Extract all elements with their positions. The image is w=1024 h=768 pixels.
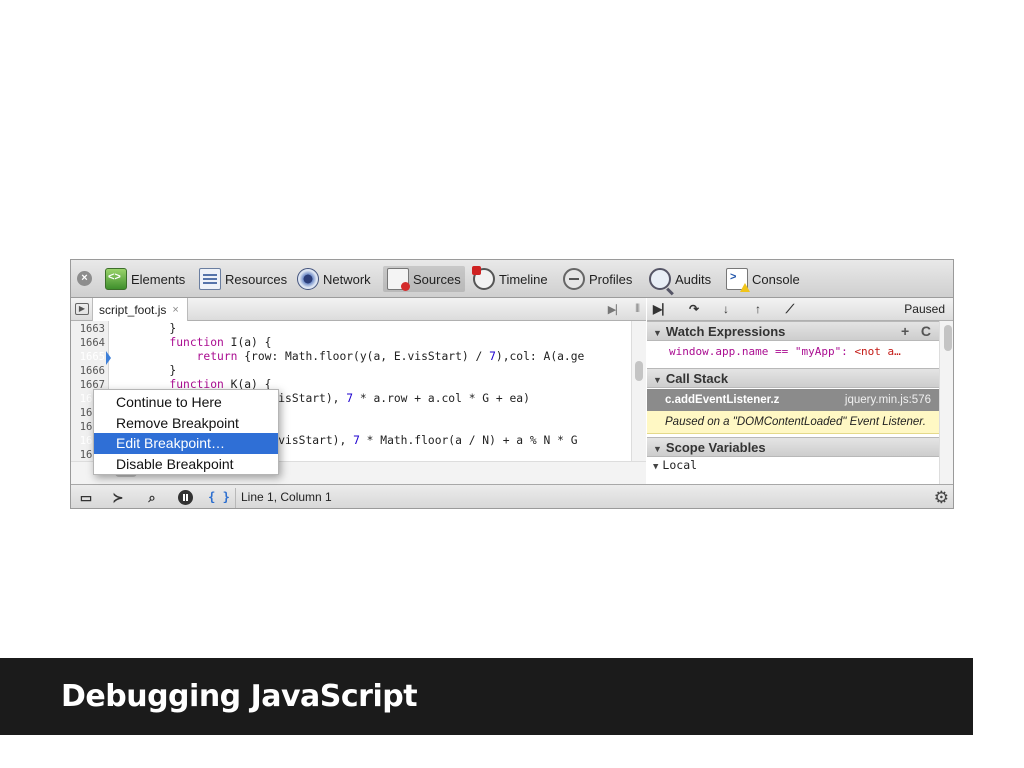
console-icon [726,268,750,292]
tab-resources[interactable]: Resources [195,266,291,292]
slide-title-bar: Debugging JavaScript [0,658,973,735]
tab-label: Profiles [589,271,633,287]
step-into-icon[interactable]: ↓ [717,301,735,317]
divider [235,488,236,508]
tab-profiles[interactable]: Profiles [559,266,636,292]
sources-icon [387,268,410,291]
menu-item-edit-breakpoint[interactable]: Edit Breakpoint… [94,433,278,454]
call-stack-frame[interactable]: c.addEventListener.z jquery.min.js:576 [647,389,939,411]
expand-triangle-icon: ▼ [653,462,659,472]
tab-sources[interactable]: Sources [383,266,465,292]
debugger-toolbar: ▶⎸ ↷ ↓ ↑ ⟋ Paused [647,298,953,321]
tab-label: Network [323,271,371,287]
debugger-status: Paused [904,302,945,316]
slide-title: Debugging JavaScript [61,679,418,714]
scrollbar-thumb[interactable] [944,325,952,351]
breakpoint-context-menu: Continue to Here Remove Breakpoint Edit … [93,389,279,475]
split-pane-icon[interactable]: ⦀ [635,303,640,317]
file-tab-name: script_foot.js [99,302,167,317]
audits-icon [649,268,671,290]
step-out-icon[interactable]: ↑ [749,301,767,317]
frame-location: jquery.min.js:576 [844,394,931,406]
code-line: } [115,322,177,335]
watch-actions: + C [901,322,931,341]
watch-expression-row[interactable]: window.app.name == "myApp": <not a… [647,341,939,363]
devtools-window: × Elements Resources Network Sources Tim… [70,259,954,509]
pretty-print-icon[interactable]: { } [207,489,231,506]
scope-variables-header[interactable]: ▼ Scope Variables [647,437,939,457]
menu-item-disable-breakpoint[interactable]: Disable Breakpoint [94,454,278,475]
cursor-position: Line 1, Column 1 [241,490,332,504]
line-number[interactable]: 1666 [71,364,109,378]
section-title: Scope Variables [665,440,766,455]
tab-audits[interactable]: Audits [645,266,715,292]
tab-label: Audits [675,271,712,287]
panel-toolbar: × Elements Resources Network Sources Tim… [71,260,953,298]
expand-triangle-icon: ▼ [653,375,662,385]
expand-triangle-icon: ▼ [653,328,662,338]
search-icon[interactable]: ⌕ [143,489,161,506]
tab-timeline[interactable]: Timeline [469,266,552,292]
scope-local-label: Local [662,458,698,472]
add-watch-icon[interactable]: + [901,323,909,339]
scrollbar-thumb[interactable] [635,361,643,381]
elements-icon [105,268,127,290]
watch-expression: window.app.name == "myApp": [669,345,855,358]
status-bar: ▭ ≻ ⌕ { } Line 1, Column 1 ⚙ [71,484,953,508]
expand-triangle-icon: ▼ [653,444,662,454]
paused-message: Paused on a "DOMContentLoaded" Event Lis… [647,411,939,434]
menu-item-continue-to-here[interactable]: Continue to Here [94,392,278,413]
code-line: return {row: Math.floor(y(a, E.visStart)… [196,350,585,363]
deactivate-breakpoints-icon[interactable]: ⟋ [781,301,799,317]
tab-network[interactable]: Network [293,266,375,292]
file-tab-script-foot[interactable]: script_foot.js × [92,298,188,321]
network-icon [297,268,319,290]
breakpoint-marker[interactable]: 1665 [71,350,111,365]
timeline-icon [472,266,495,290]
code-line: } [115,364,177,377]
scope-local-row[interactable]: ▼ Local [647,458,939,476]
code-vertical-scrollbar[interactable] [631,321,646,461]
tab-label: Elements [131,271,186,287]
line-number[interactable]: 1664 [71,336,109,350]
show-console-icon[interactable]: ≻ [109,489,127,506]
resume-icon[interactable]: ▶⎸ [653,301,674,317]
watch-expressions-header[interactable]: ▼ Watch Expressions + C [647,321,939,341]
pause-on-exceptions-icon[interactable] [178,490,193,505]
toggle-debugger-icon[interactable]: ▶⎸ [608,303,627,317]
debugger-sidebar: ▶⎸ ↷ ↓ ↑ ⟋ Paused ▼ Watch Expressions + C… [647,298,953,484]
section-title: Watch Expressions [665,324,786,339]
tab-label: Console [752,271,800,287]
refresh-watch-icon[interactable]: C [921,323,931,339]
call-stack-header[interactable]: ▼ Call Stack [647,368,939,388]
menu-item-remove-breakpoint[interactable]: Remove Breakpoint [94,413,278,434]
dock-toggle-icon[interactable]: ▭ [77,489,95,506]
profiles-icon [563,268,585,290]
source-pane: ▶ script_foot.js × ▶⎸ ⦀ 1663 1664 1665 1666… [71,298,646,484]
watch-value: <not a… [854,345,901,358]
close-tab-icon[interactable]: × [172,304,178,316]
tab-console[interactable]: Console [722,266,804,292]
sidebar-vertical-scrollbar[interactable] [939,321,953,484]
gear-icon[interactable]: ⚙ [934,488,949,508]
show-navigator-icon[interactable]: ▶ [75,303,89,315]
close-devtools-button[interactable]: × [77,271,92,286]
tab-label: Resources [225,271,288,287]
step-over-icon[interactable]: ↷ [685,301,703,317]
line-number[interactable]: 1663 [71,322,109,336]
tab-label: Sources [413,271,461,287]
file-tab-bar: ▶ script_foot.js × ▶⎸ ⦀ [71,298,646,321]
pane-toggle-buttons: ▶⎸ ⦀ [608,303,640,317]
code-line: function I(a) { [169,336,272,349]
tab-elements[interactable]: Elements [101,266,189,292]
section-title: Call Stack [665,371,729,386]
tab-label: Timeline [499,271,548,287]
resources-icon [199,268,221,290]
frame-name: c.addEventListener.z [665,394,780,406]
